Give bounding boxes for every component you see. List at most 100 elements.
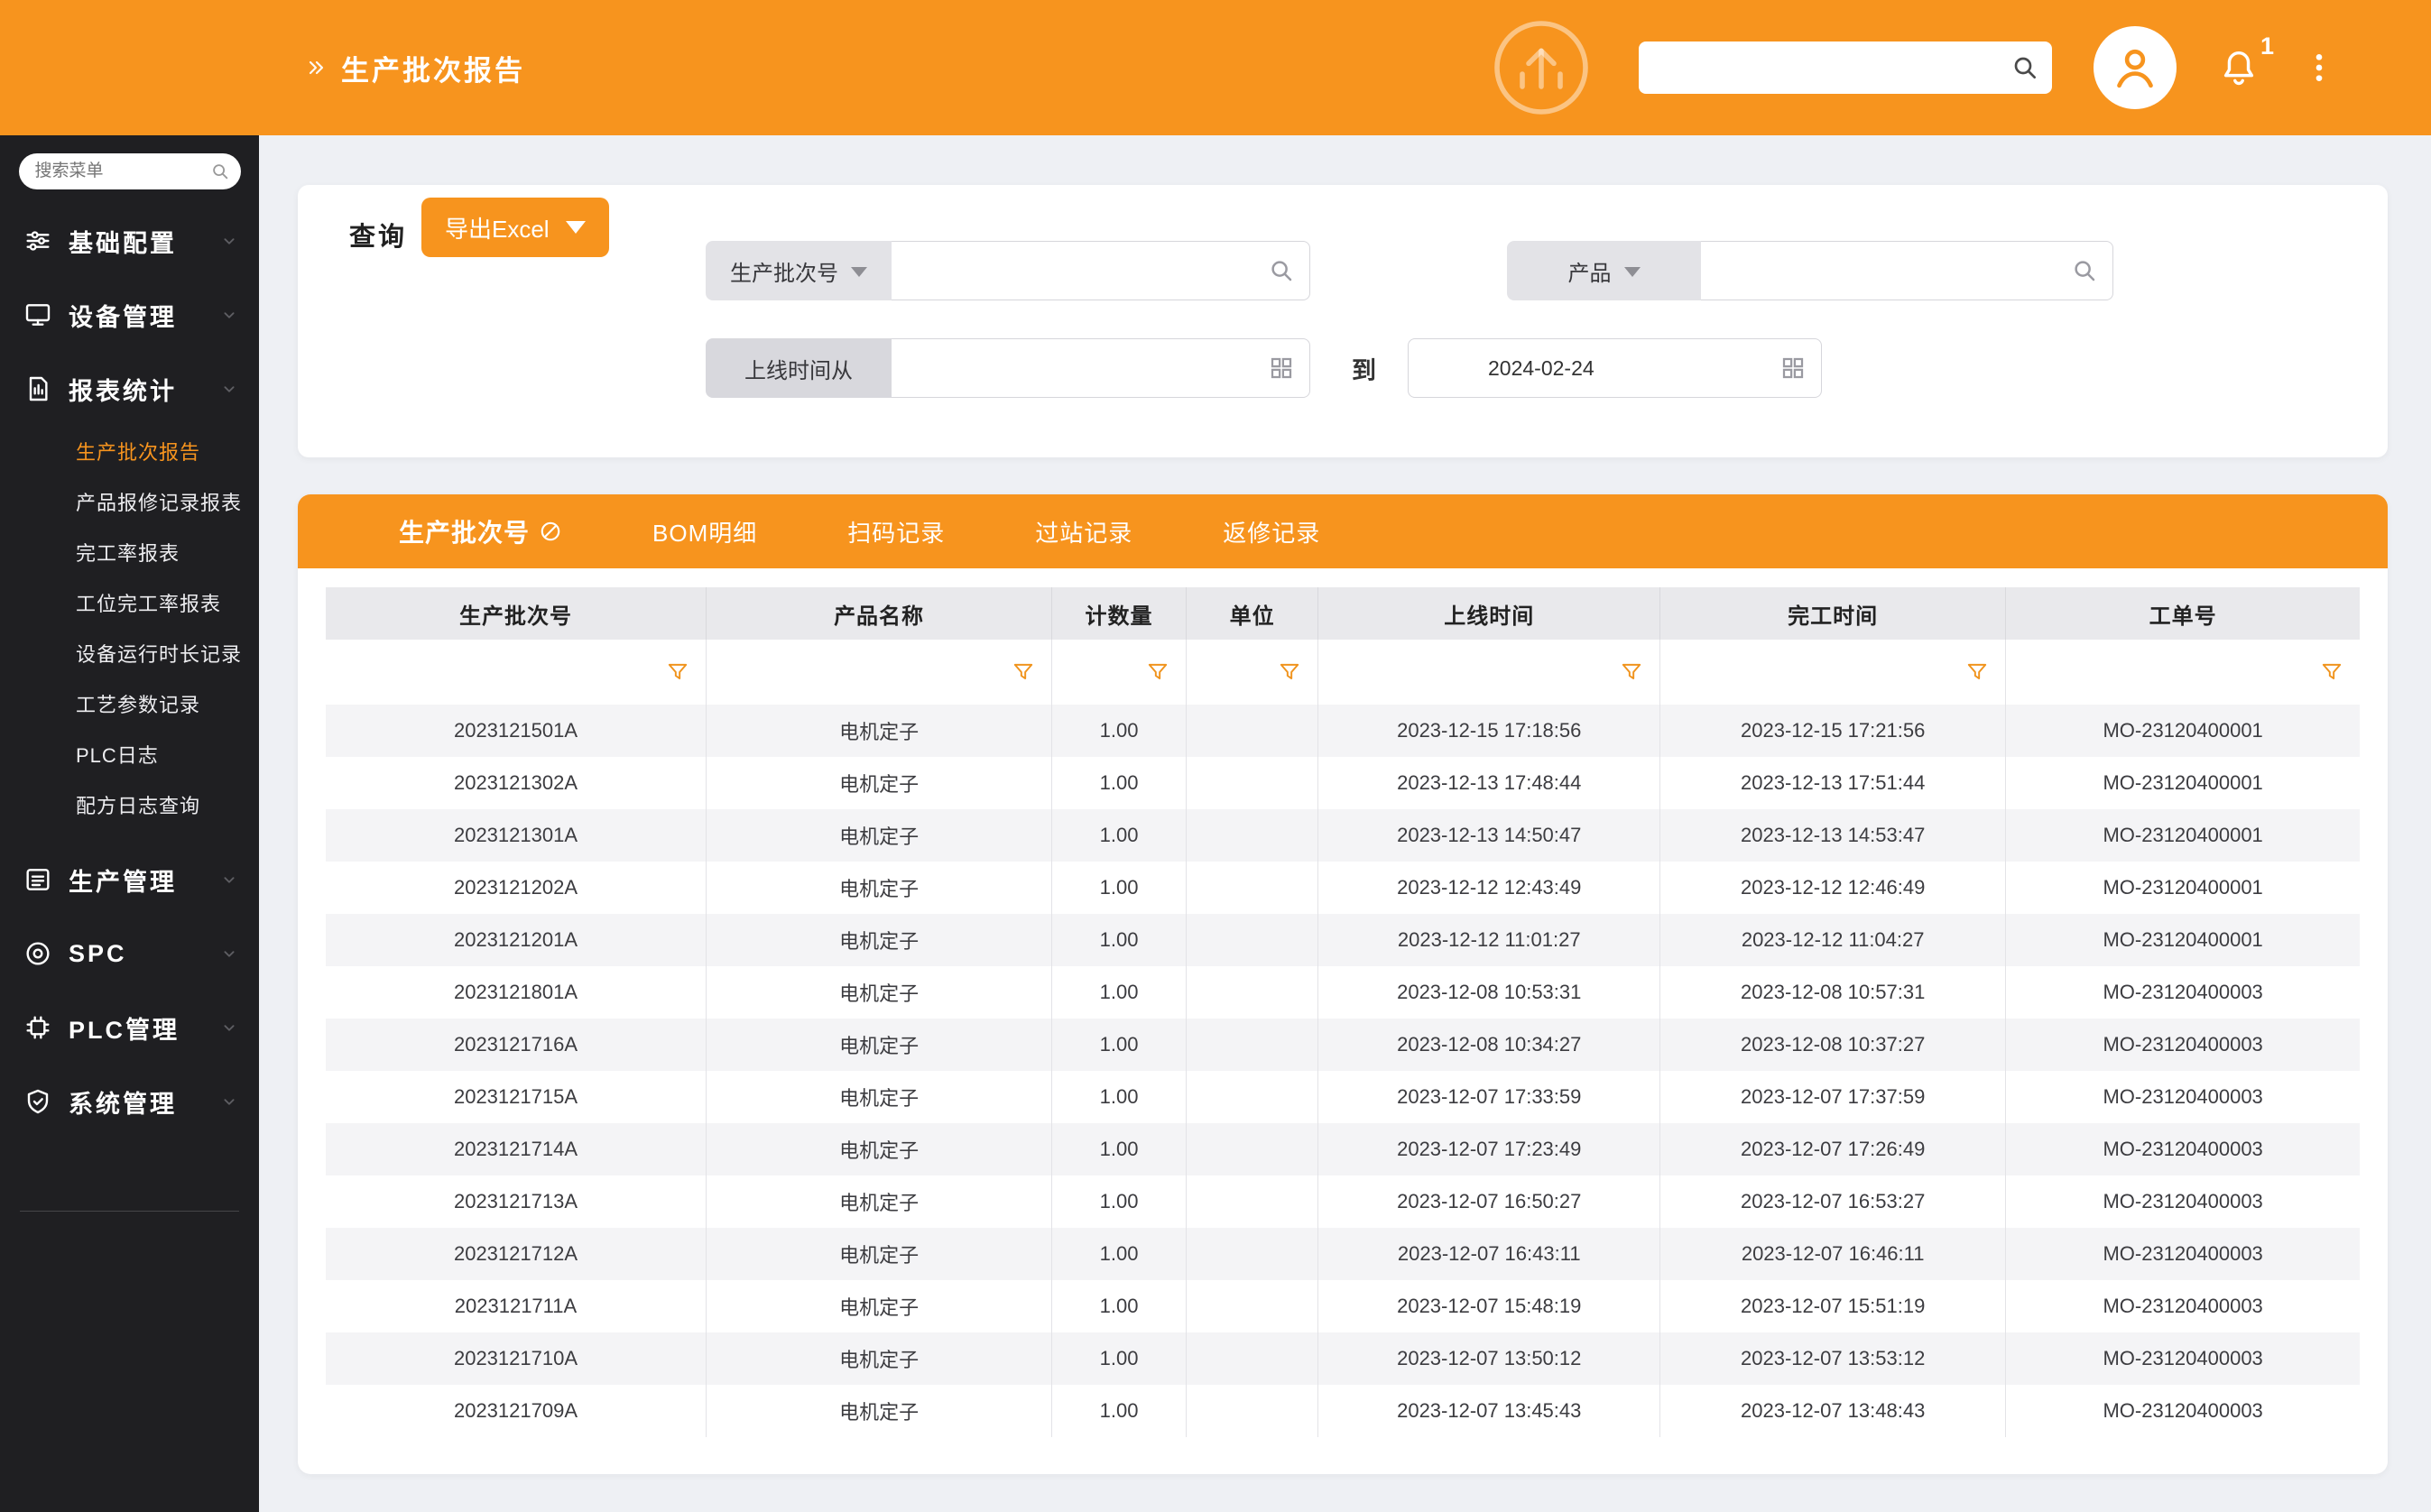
sidebar-toggle-icon[interactable] [305, 57, 327, 78]
filter-icon[interactable] [1278, 660, 1301, 684]
tab[interactable]: BOM明细 [652, 515, 757, 549]
chevron-down-icon [219, 231, 239, 251]
table-cell: 2023-12-07 16:53:27 [1660, 1175, 2006, 1228]
table-cell [1186, 1123, 1318, 1175]
export-excel-button[interactable]: 导出Excel [421, 198, 609, 257]
sidebar-subitem[interactable]: 产品报修记录报表 [0, 476, 259, 527]
table-cell: 电机定子 [706, 1123, 1051, 1175]
date-to-input[interactable] [1409, 339, 1821, 397]
table-row[interactable]: 2023121201A电机定子1.002023-12-12 11:01:2720… [326, 914, 2360, 966]
column-filter-cell[interactable] [1318, 640, 1660, 705]
product-field-selector[interactable]: 产品 [1507, 241, 1701, 300]
sidebar-item-reports[interactable]: 报表统计 [0, 352, 259, 426]
column-filter-cell[interactable] [1660, 640, 2006, 705]
title-wrap: 生产批次报告 [0, 48, 525, 88]
sidebar-subitem[interactable]: 配方日志查询 [0, 779, 259, 830]
table-row[interactable]: 2023121711A电机定子1.002023-12-07 15:48:1920… [326, 1280, 2360, 1332]
column-header[interactable]: 工单号 [2006, 587, 2360, 640]
table-row[interactable]: 2023121302A电机定子1.002023-12-13 17:48:4420… [326, 757, 2360, 809]
filter-icon[interactable] [1146, 660, 1169, 684]
table-cell: 2023121709A [326, 1385, 706, 1437]
sidebar-menu: 基础配置 设备管理 报表统计 生产批次报告 产品报修记录报表 完工率报表 工位完… [0, 204, 259, 1139]
table-cell: 2023-12-07 13:48:43 [1660, 1385, 2006, 1437]
column-header[interactable]: 上线时间 [1318, 587, 1660, 640]
column-filter-cell[interactable] [2006, 640, 2360, 705]
sidebar-subitem[interactable]: 生产批次报告 [0, 426, 259, 476]
search-icon[interactable] [1268, 257, 1295, 284]
table-row[interactable]: 2023121713A电机定子1.002023-12-07 16:50:2720… [326, 1175, 2360, 1228]
filter-icon[interactable] [1965, 660, 1989, 684]
column-header[interactable]: 产品名称 [706, 587, 1051, 640]
column-filter-cell[interactable] [326, 640, 706, 705]
table-row[interactable]: 2023121709A电机定子1.002023-12-07 13:45:4320… [326, 1385, 2360, 1437]
column-header[interactable]: 计数量 [1052, 587, 1187, 640]
filter-icon[interactable] [666, 660, 689, 684]
table-row[interactable]: 2023121710A电机定子1.002023-12-07 13:50:1220… [326, 1332, 2360, 1385]
table-row[interactable]: 2023121501A电机定子1.002023-12-15 17:18:5620… [326, 705, 2360, 757]
filter-icon[interactable] [1620, 660, 1643, 684]
sidebar-subitem[interactable]: 工艺参数记录 [0, 678, 259, 729]
batch-field-selector[interactable]: 生产批次号 [706, 241, 892, 300]
sidebar-item-label: PLC管理 [69, 1010, 180, 1046]
product-filter-group: 产品 [1507, 241, 2113, 300]
table-row[interactable]: 2023121715A电机定子1.002023-12-07 17:33:5920… [326, 1071, 2360, 1123]
sidebar-search-input[interactable] [19, 153, 241, 189]
date-from-label-button[interactable]: 上线时间从 [706, 338, 892, 398]
table-cell: 电机定子 [706, 1019, 1051, 1071]
table-cell: MO-23120400003 [2006, 1019, 2360, 1071]
table-cell: 1.00 [1052, 757, 1187, 809]
column-header[interactable]: 单位 [1186, 587, 1318, 640]
filter-icon[interactable] [2320, 660, 2343, 684]
table-cell [1186, 1228, 1318, 1280]
column-filter-cell[interactable] [706, 640, 1051, 705]
filter-applied-icon [539, 520, 562, 543]
table-row[interactable]: 2023121712A电机定子1.002023-12-07 16:43:1120… [326, 1228, 2360, 1280]
notifications-button[interactable]: 1 [2218, 47, 2260, 88]
sidebar-item-system[interactable]: 系统管理 [0, 1065, 259, 1139]
sidebar-item-plc[interactable]: PLC管理 [0, 991, 259, 1065]
tab[interactable]: 过站记录 [1035, 515, 1132, 549]
search-icon[interactable] [2071, 257, 2098, 284]
query-label: 查询 [349, 216, 407, 254]
table-cell: 2023-12-07 17:26:49 [1660, 1123, 2006, 1175]
table-row[interactable]: 2023121716A电机定子1.002023-12-08 10:34:2720… [326, 1019, 2360, 1071]
sidebar-subitem[interactable]: 设备运行时长记录 [0, 628, 259, 678]
table-row[interactable]: 2023121801A电机定子1.002023-12-08 10:53:3120… [326, 966, 2360, 1019]
sidebar-subitem[interactable]: 工位完工率报表 [0, 577, 259, 628]
table-row[interactable]: 2023121202A电机定子1.002023-12-12 12:43:4920… [326, 862, 2360, 914]
table-row[interactable]: 2023121714A电机定子1.002023-12-07 17:23:4920… [326, 1123, 2360, 1175]
batch-search-box [892, 241, 1310, 300]
column-header[interactable]: 生产批次号 [326, 587, 706, 640]
calendar-icon[interactable] [1779, 355, 1807, 382]
sidebar-item-production[interactable]: 生产管理 [0, 843, 259, 917]
table-cell: 1.00 [1052, 1071, 1187, 1123]
tab-bar: 生产批次号 BOM明细 扫码记录 过站记录 返修记录 [298, 494, 2388, 568]
column-filter-cell[interactable] [1052, 640, 1187, 705]
product-search-input[interactable] [1701, 242, 2112, 300]
tab[interactable]: 返修记录 [1223, 515, 1320, 549]
filter-icon[interactable] [1012, 660, 1035, 684]
header-search-input[interactable] [1639, 41, 2052, 94]
date-from-input[interactable] [892, 339, 1309, 397]
search-icon[interactable] [210, 161, 230, 181]
sidebar-item-basic-config[interactable]: 基础配置 [0, 204, 259, 278]
tab[interactable]: 生产批次号 [399, 513, 562, 549]
sidebar-item-label: 生产管理 [69, 862, 177, 898]
kebab-menu-icon[interactable] [2301, 50, 2337, 86]
avatar[interactable] [2094, 26, 2177, 109]
table-cell: 2023121716A [326, 1019, 706, 1071]
sidebar-item-spc[interactable]: SPC [0, 917, 259, 991]
column-header[interactable]: 完工时间 [1660, 587, 2006, 640]
batch-search-input[interactable] [892, 242, 1309, 300]
table-row[interactable]: 2023121301A电机定子1.002023-12-13 14:50:4720… [326, 809, 2360, 862]
column-filter-cell[interactable] [1186, 640, 1318, 705]
sidebar-item-equipment[interactable]: 设备管理 [0, 278, 259, 352]
table-cell: 电机定子 [706, 809, 1051, 862]
sidebar-subitem[interactable]: PLC日志 [0, 729, 259, 779]
calendar-icon[interactable] [1268, 355, 1295, 382]
to-label: 到 [1352, 351, 1376, 386]
table-cell: 2023-12-07 13:50:12 [1318, 1332, 1660, 1385]
search-icon[interactable] [2010, 53, 2039, 82]
tab[interactable]: 扫码记录 [847, 515, 945, 549]
sidebar-subitem[interactable]: 完工率报表 [0, 527, 259, 577]
